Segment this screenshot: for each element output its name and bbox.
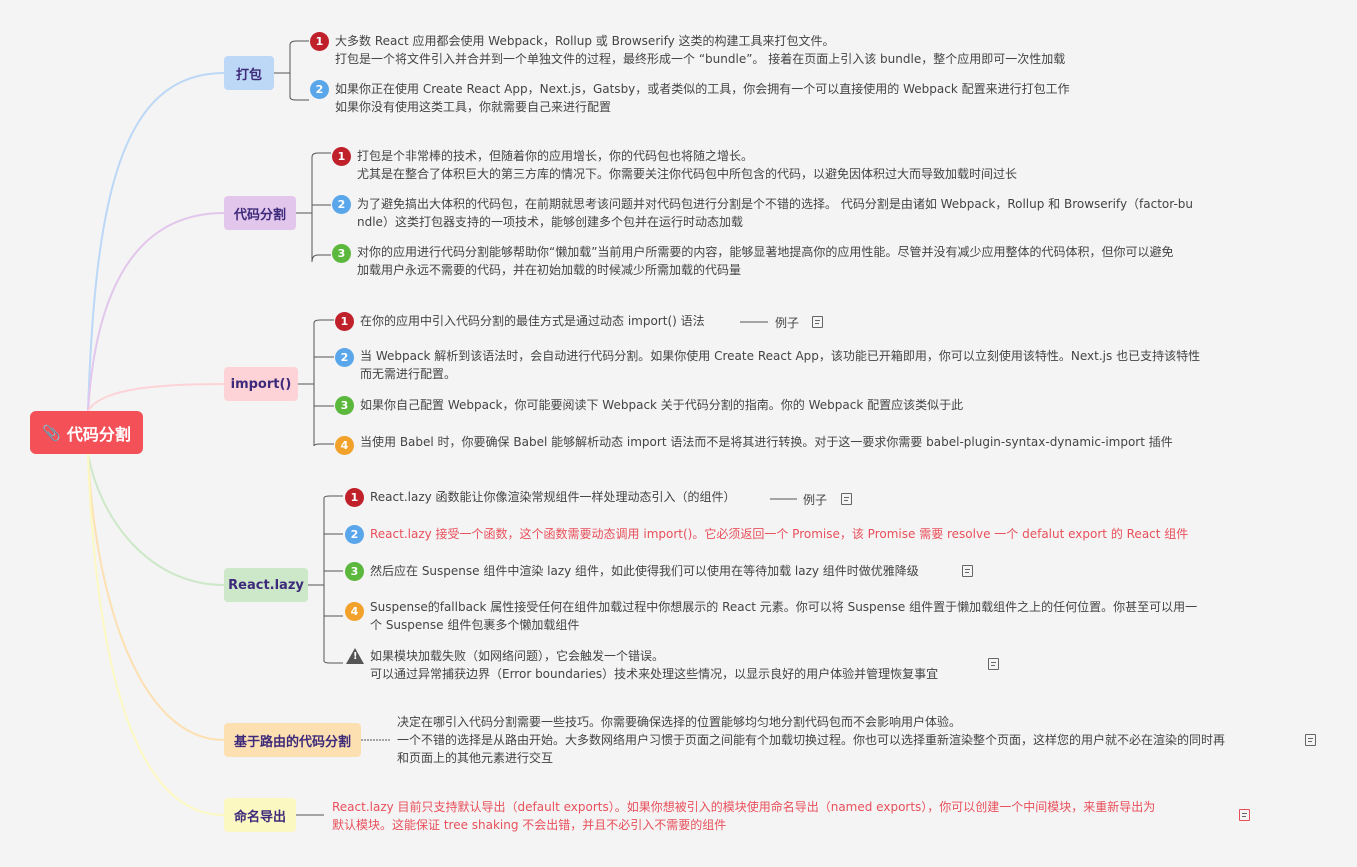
note-icon[interactable] <box>988 658 999 670</box>
priority-2-icon: 2 <box>310 80 329 99</box>
note-icon[interactable] <box>962 565 973 577</box>
note-icon[interactable] <box>1239 809 1250 821</box>
root-label: 代码分割 <box>66 424 131 444</box>
priority-4-icon: 4 <box>345 602 364 621</box>
example-link[interactable]: 例子 <box>775 314 799 331</box>
leaf-import-1[interactable]: 在你的应用中引入代码分割的最佳方式是通过动态 import() 语法 <box>360 312 705 330</box>
leaf-lazy-3[interactable]: 然后应在 Suspense 组件中渲染 lazy 组件，如此使得我们可以使用在等… <box>370 562 919 580</box>
root-node[interactable]: 📎 代码分割 <box>30 411 143 454</box>
branch-route-based-splitting[interactable]: 基于路由的代码分割 <box>224 723 361 757</box>
note-icon[interactable] <box>841 493 852 505</box>
note-icon[interactable] <box>1305 734 1316 746</box>
note-icon[interactable] <box>812 316 823 328</box>
leaf-bundling-2[interactable]: 如果你正在使用 Create React App，Next.js，Gatsby，… <box>335 80 1070 116</box>
branch-named-exports[interactable]: 命名导出 <box>224 798 296 832</box>
priority-1-icon: 1 <box>332 147 351 166</box>
priority-2-icon: 2 <box>335 348 354 367</box>
priority-1-icon: 1 <box>345 488 364 507</box>
leaf-splitting-3[interactable]: 对你的应用进行代码分割能够帮助你“懒加载”当前用户所需要的内容，能够显著地提高你… <box>357 243 1173 279</box>
leaf-import-2[interactable]: 当 Webpack 解析到该语法时，会自动进行代码分割。如果你使用 Create… <box>360 347 1200 383</box>
branch-dynamic-import[interactable]: import() <box>224 367 298 401</box>
leaf-bundling-1[interactable]: 大多数 React 应用都会使用 Webpack，Rollup 或 Browse… <box>335 32 1065 68</box>
paperclip-icon: 📎 <box>42 423 61 442</box>
branch-react-lazy[interactable]: React.lazy <box>224 568 308 602</box>
leaf-route-1[interactable]: 决定在哪引入代码分割需要一些技巧。你需要确保选择的位置能够均匀地分割代码包而不会… <box>397 713 1225 767</box>
branch-bundling[interactable]: 打包 <box>224 56 274 90</box>
leaf-splitting-2[interactable]: 为了避免搞出大体积的代码包，在前期就思考该问题并对代码包进行分割是个不错的选择。… <box>357 195 1193 231</box>
leaf-lazy-1[interactable]: React.lazy 函数能让你像渲染常规组件一样处理动态引入（的组件） <box>370 488 736 506</box>
priority-3-icon: 3 <box>332 244 351 263</box>
leaf-import-3[interactable]: 如果你自己配置 Webpack，你可能要阅读下 Webpack 关于代码分割的指… <box>360 396 963 414</box>
leaf-import-4[interactable]: 当使用 Babel 时，你要确保 Babel 能够解析动态 import 语法而… <box>360 433 1173 451</box>
leaf-splitting-1[interactable]: 打包是个非常棒的技术，但随着你的应用增长，你的代码包也将随之增长。 尤其是在整合… <box>357 147 1017 183</box>
branch-code-splitting[interactable]: 代码分割 <box>224 196 296 230</box>
priority-3-icon: 3 <box>345 562 364 581</box>
priority-2-icon: 2 <box>345 525 364 544</box>
warning-icon: ! <box>346 648 364 664</box>
priority-1-icon: 1 <box>310 32 329 51</box>
priority-4-icon: 4 <box>335 436 354 455</box>
leaf-lazy-2[interactable]: React.lazy 接受一个函数，这个函数需要动态调用 import()。它必… <box>370 525 1188 543</box>
leaf-named-exports-1[interactable]: React.lazy 目前只支持默认导出（default exports）。如果… <box>332 798 1155 834</box>
priority-2-icon: 2 <box>332 195 351 214</box>
leaf-lazy-5[interactable]: 如果模块加载失败（如网络问题），它会触发一个错误。 可以通过异常捕获边界（Err… <box>370 647 938 683</box>
leaf-lazy-4[interactable]: Suspense的fallback 属性接受任何在组件加载过程中你想展示的 Re… <box>370 598 1197 634</box>
priority-1-icon: 1 <box>335 312 354 331</box>
priority-3-icon: 3 <box>335 396 354 415</box>
example-link[interactable]: 例子 <box>803 491 827 508</box>
